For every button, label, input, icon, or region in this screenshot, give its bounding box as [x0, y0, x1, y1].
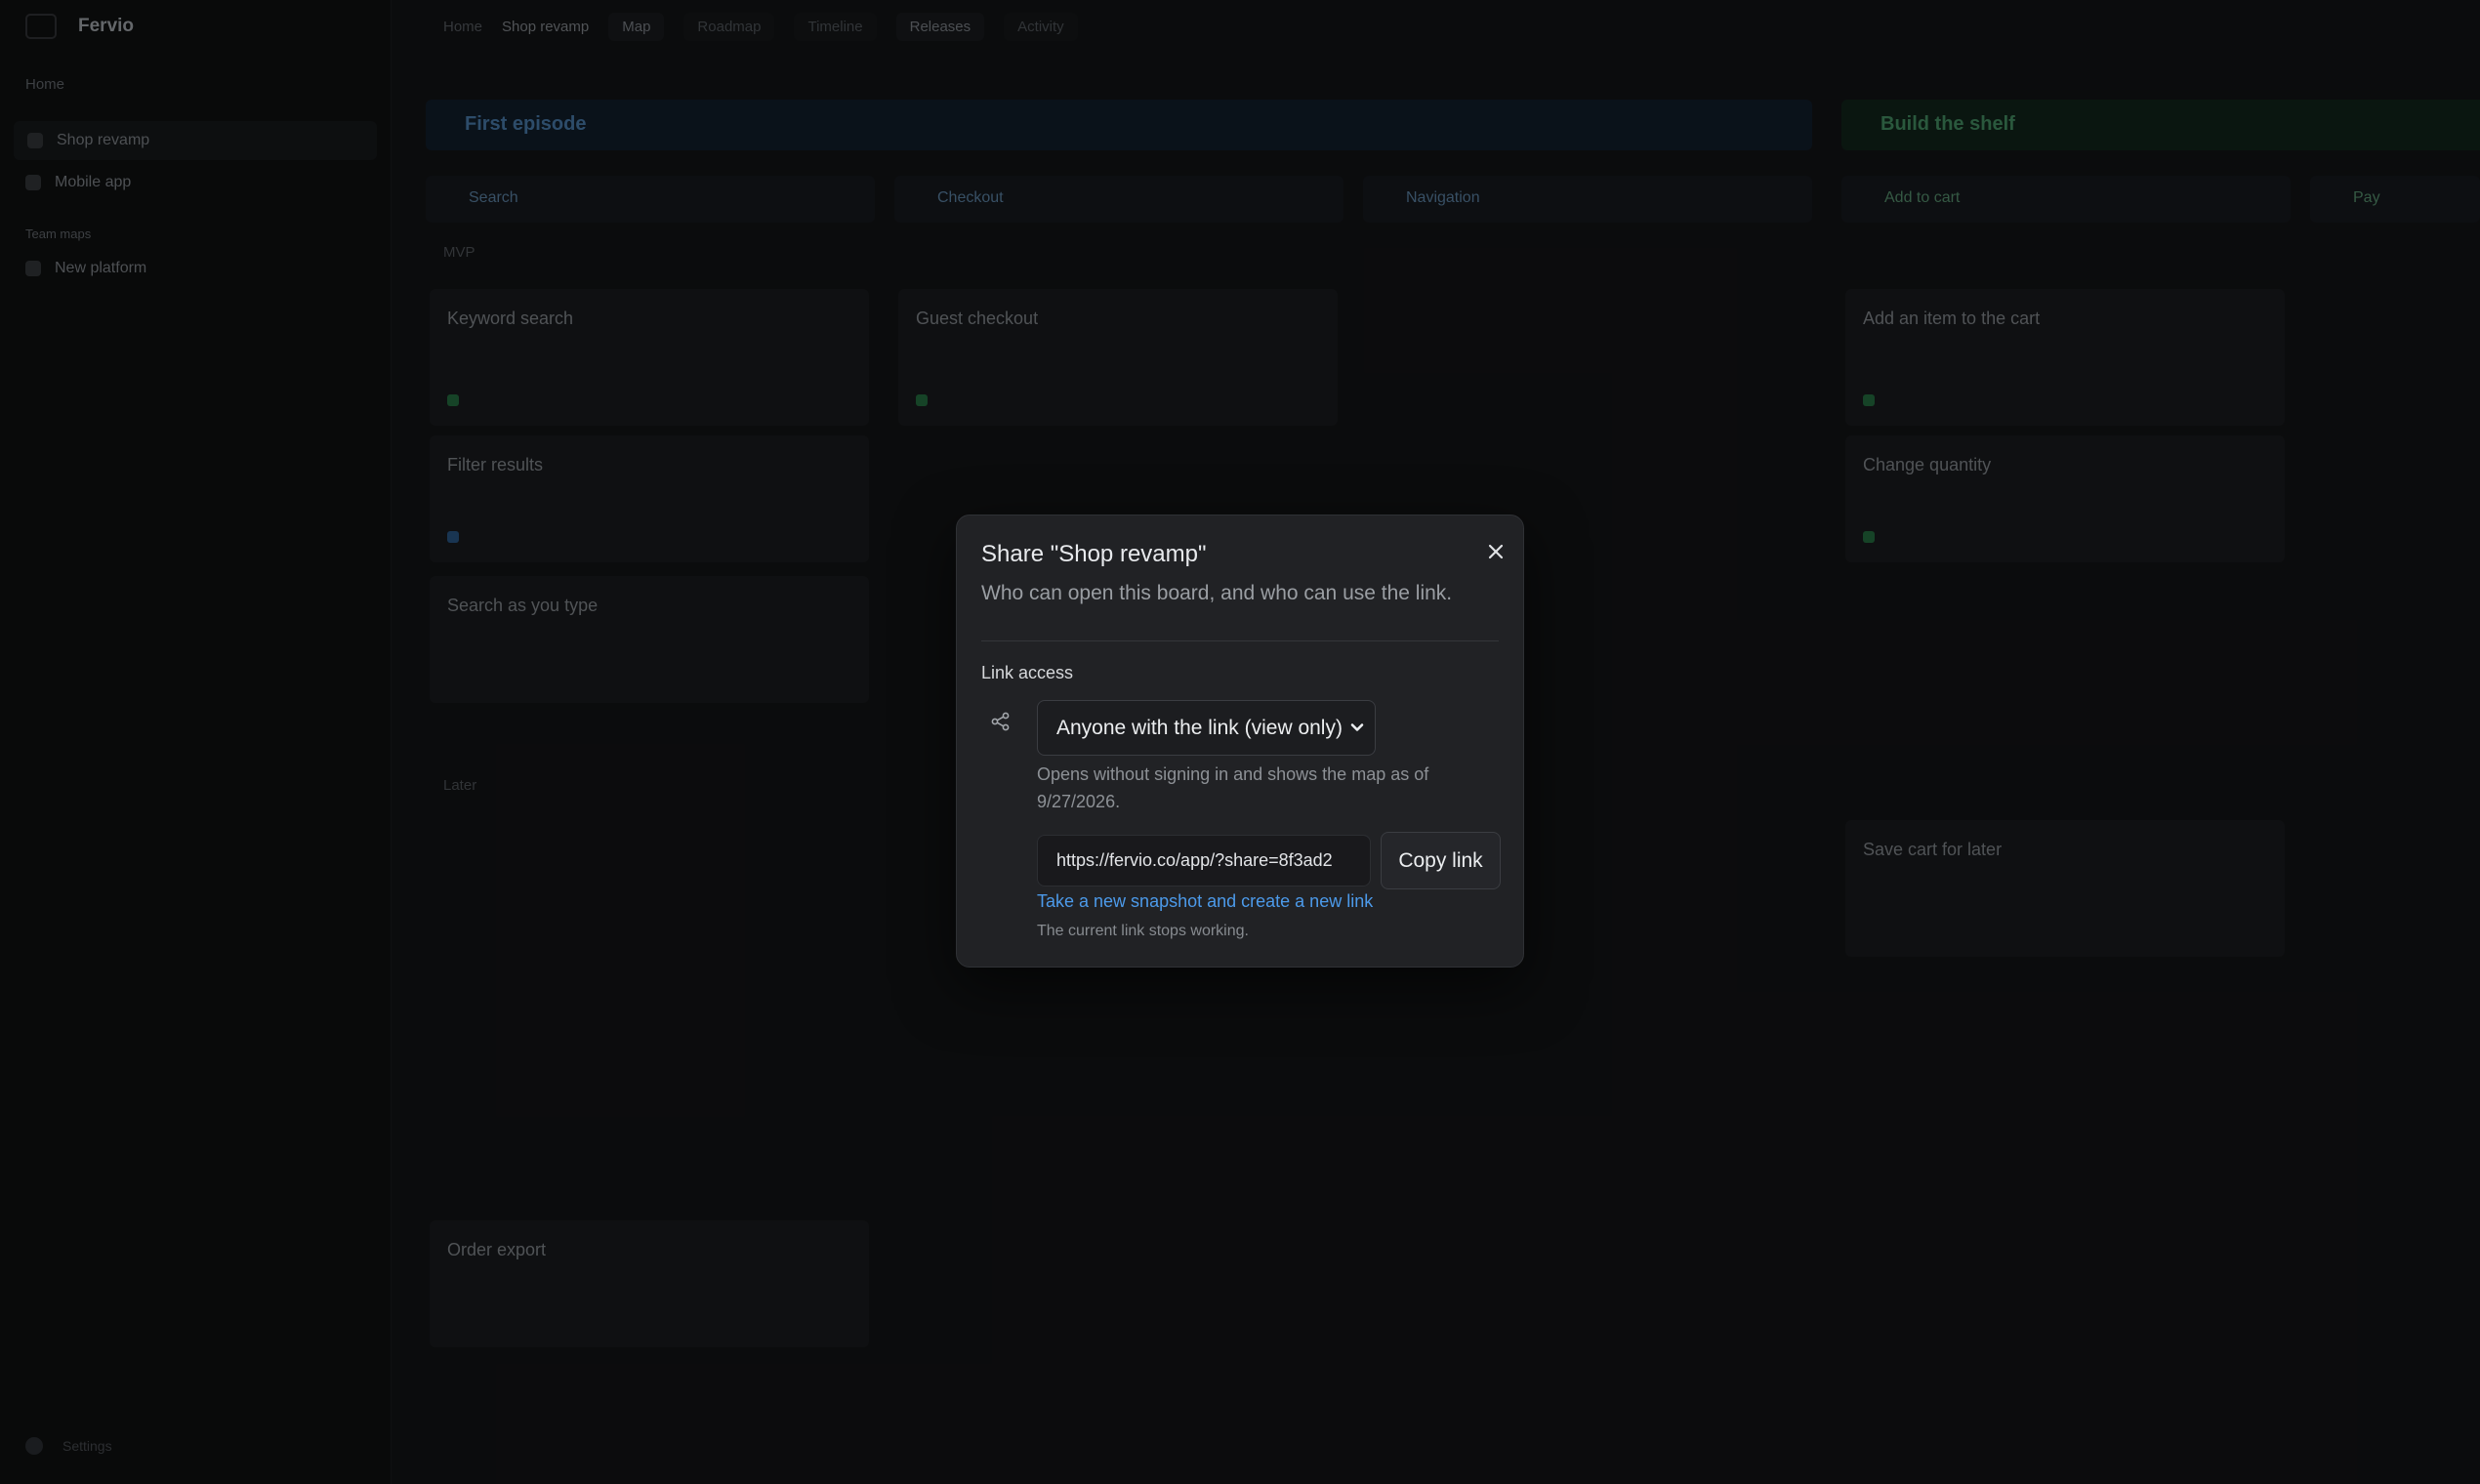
- share-dialog: Share "Shop revamp" Who can open this bo…: [956, 515, 1524, 968]
- close-icon: [1488, 544, 1504, 559]
- chevron-down-icon: [1350, 723, 1364, 731]
- divider: [981, 640, 1499, 641]
- close-button[interactable]: [1481, 537, 1510, 566]
- regenerate-note: The current link stops working.: [1037, 923, 1249, 939]
- share-icon: [991, 712, 1010, 731]
- share-url-field[interactable]: https://fervio.co/app/?share=8f3ad2: [1037, 835, 1371, 886]
- dialog-subtitle: Who can open this board, and who can use…: [981, 582, 1453, 604]
- dialog-title: Share "Shop revamp": [981, 541, 1207, 567]
- copy-link-button[interactable]: Copy link: [1381, 832, 1501, 889]
- regenerate-link[interactable]: Take a new snapshot and create a new lin…: [1037, 891, 1373, 912]
- link-access-label: Link access: [981, 663, 1074, 682]
- access-help-text: Opens without signing in and shows the m…: [1037, 764, 1429, 811]
- select-value: Anyone with the link (view only): [1056, 716, 1343, 739]
- link-access-select[interactable]: Anyone with the link (view only): [1037, 700, 1376, 756]
